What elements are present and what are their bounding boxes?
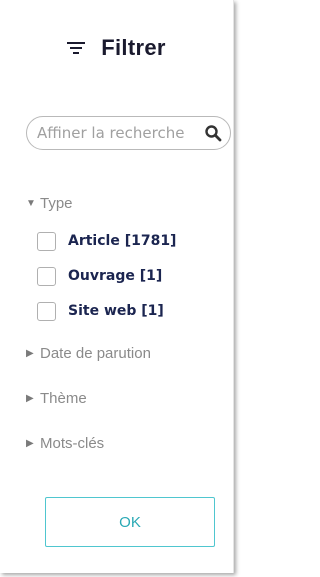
filter-panel: Filtrer ▼ Type Article [1781] Ouvrage [1… bbox=[0, 0, 234, 573]
section-theme-label: Thème bbox=[40, 390, 87, 407]
option-site-web-label: Site web [1] bbox=[68, 303, 164, 319]
option-ouvrage[interactable]: Ouvrage [1] bbox=[37, 265, 162, 287]
search-box[interactable] bbox=[26, 116, 231, 150]
section-keywords-label: Mots-clés bbox=[40, 435, 105, 452]
triangle-right-icon: ▶ bbox=[26, 348, 34, 359]
filter-lines-icon bbox=[67, 42, 86, 54]
triangle-right-icon: ▶ bbox=[26, 438, 34, 449]
checkbox-ouvrage[interactable] bbox=[37, 266, 56, 286]
checkbox-article[interactable] bbox=[37, 231, 56, 251]
section-date-label: Date de parution bbox=[40, 345, 151, 362]
section-date-toggle[interactable]: ▶ Date de parution bbox=[26, 345, 151, 362]
option-article[interactable]: Article [1781] bbox=[37, 230, 176, 252]
checkbox-site-web[interactable] bbox=[37, 301, 56, 321]
section-theme-toggle[interactable]: ▶ Thème bbox=[26, 390, 87, 407]
triangle-right-icon: ▶ bbox=[26, 393, 34, 404]
search-icon[interactable] bbox=[204, 124, 222, 142]
option-ouvrage-label: Ouvrage [1] bbox=[68, 268, 163, 284]
filter-header: Filtrer bbox=[0, 30, 233, 66]
panel-title: Filtrer bbox=[101, 35, 166, 60]
triangle-down-icon: ▼ bbox=[26, 198, 36, 209]
ok-button[interactable]: OK bbox=[45, 497, 215, 547]
section-keywords-toggle[interactable]: ▶ Mots-clés bbox=[26, 435, 104, 452]
option-site-web[interactable]: Site web [1] bbox=[37, 300, 164, 322]
section-type-label: Type bbox=[40, 195, 73, 212]
search-input[interactable] bbox=[37, 124, 197, 142]
section-type-toggle[interactable]: ▼ Type bbox=[26, 195, 73, 212]
option-article-label: Article [1781] bbox=[68, 233, 177, 249]
